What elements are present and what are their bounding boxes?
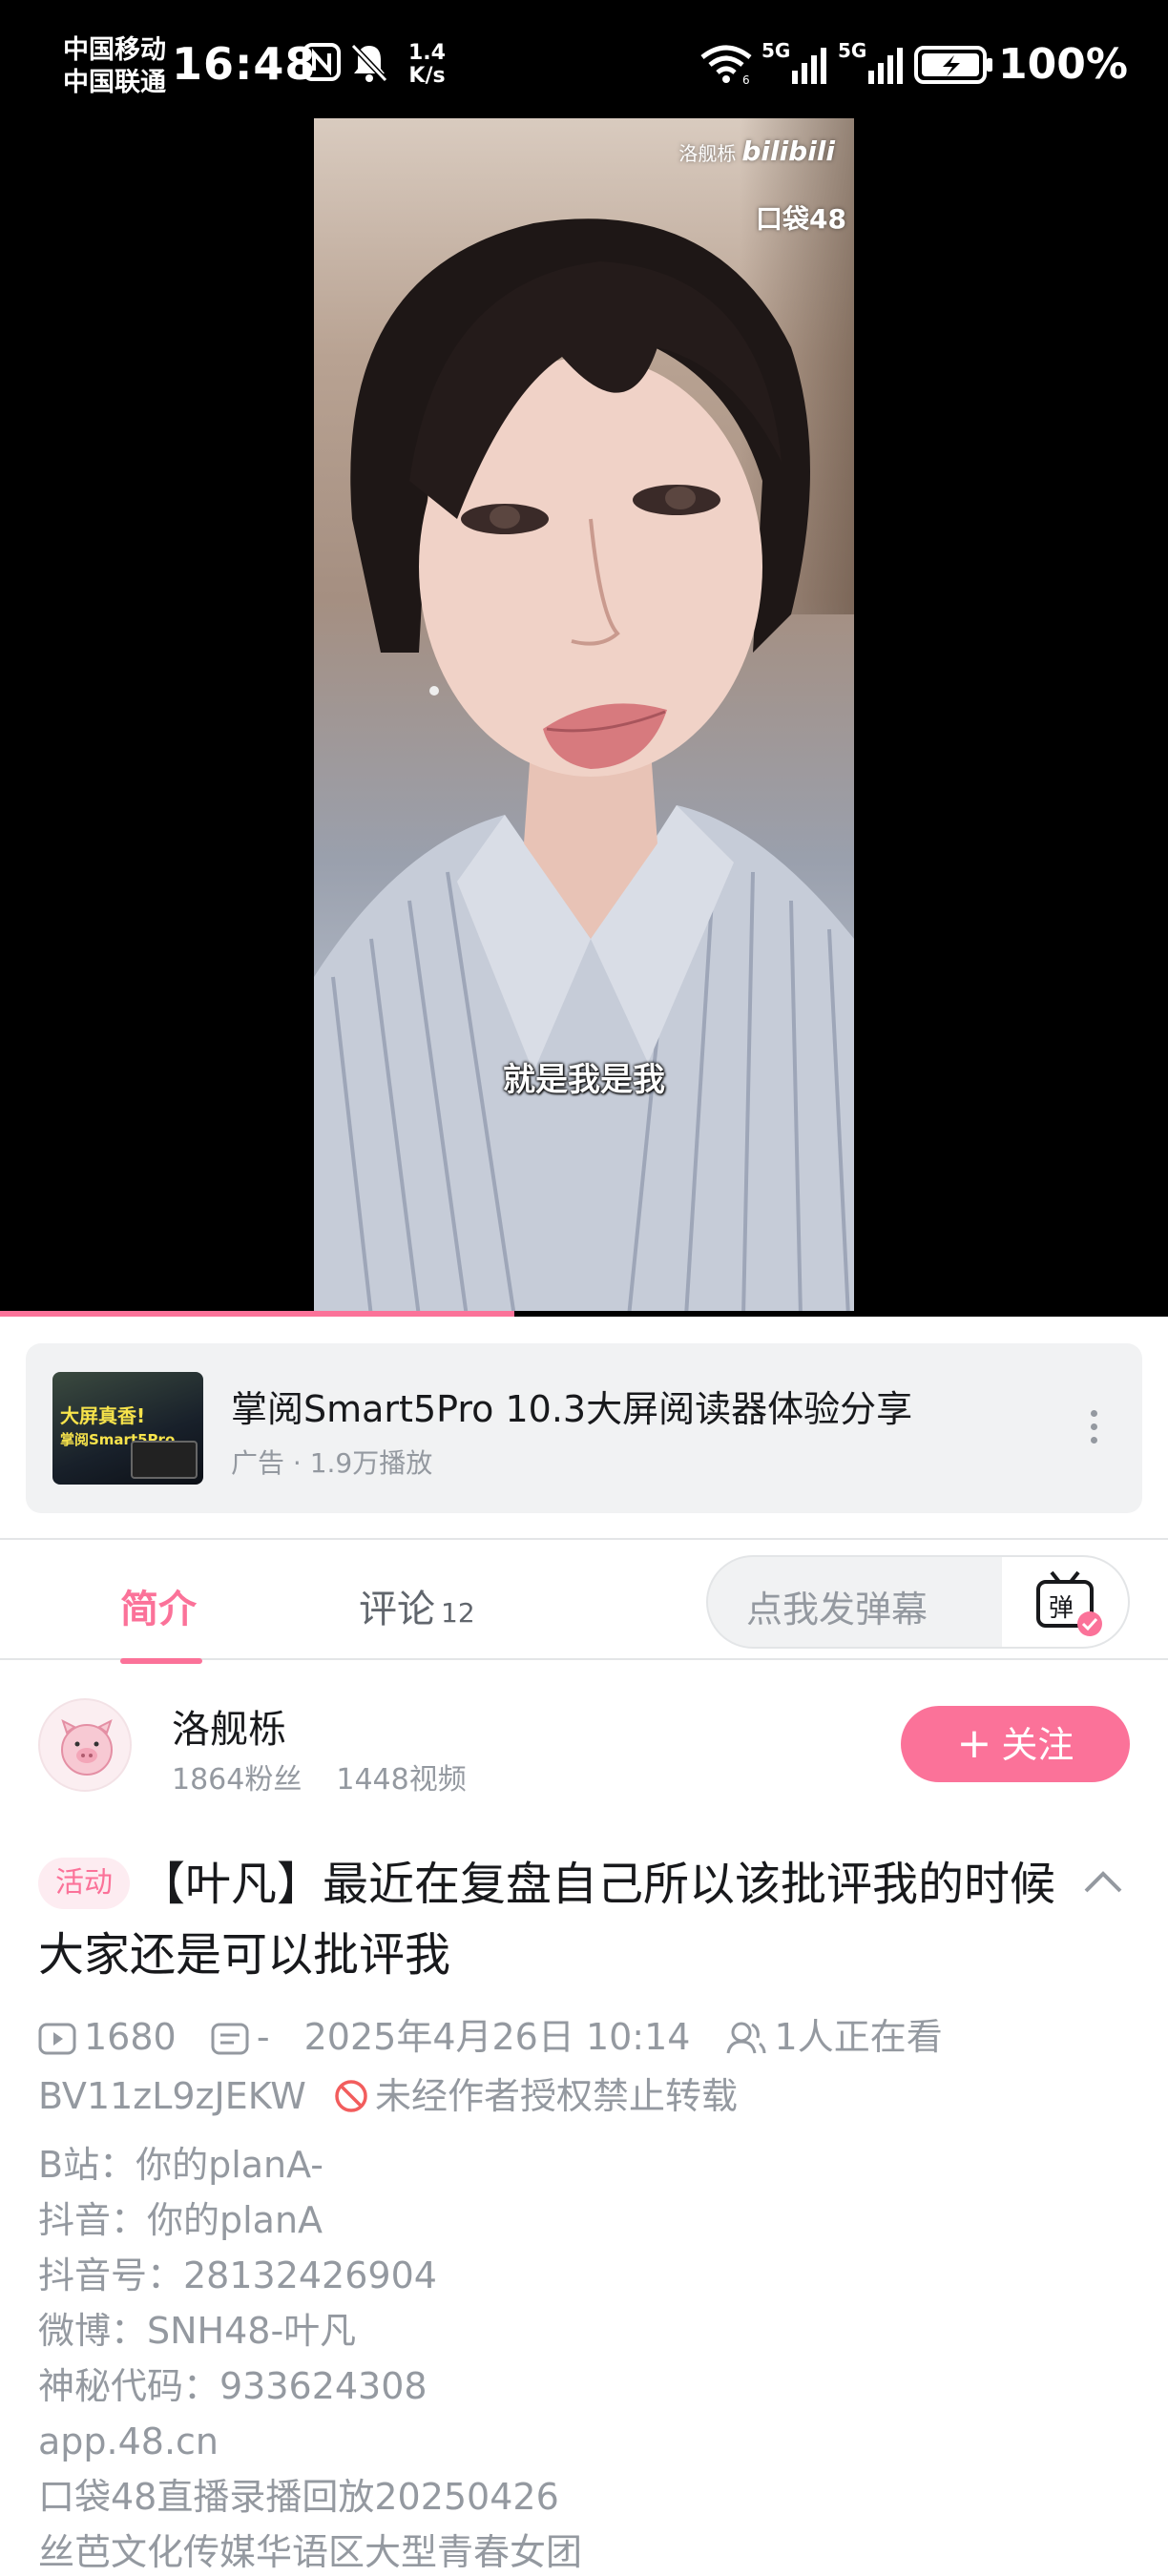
- event-badge[interactable]: 活动: [38, 1858, 130, 1909]
- video-description: B站：你的planA- 抖音：你的planA 抖音号：28132426904 微…: [38, 2137, 582, 2576]
- danmaku-input[interactable]: 点我发弹幕 弹: [706, 1555, 1130, 1649]
- carrier-labels: 中国移动 中国联通: [63, 34, 166, 99]
- video-stats-row: 1680 - 2025年4月26日 10:14 1人正在看: [38, 2007, 943, 2058]
- viewers-icon: [725, 2021, 767, 2064]
- description-line: 口袋48直播录播回放20250426: [38, 2476, 559, 2518]
- ad-thumb-text-1: 大屏真香!: [60, 1404, 146, 1427]
- video-progress-fill: [0, 1311, 514, 1317]
- danmaku-button-label: 弹: [1049, 1594, 1074, 1623]
- video-title: 活动 【叶凡】最近在复盘自己所以该批评我的时候大家还是可以批评我: [38, 1849, 1059, 1990]
- wifi-icon: 6: [699, 44, 754, 88]
- tab-intro[interactable]: 简介: [120, 1578, 197, 1633]
- video-title-text: 【叶凡】最近在复盘自己所以该批评我的时候大家还是可以批评我: [38, 1858, 1056, 1982]
- net-speed: 1.4 K/s: [408, 42, 446, 88]
- description-line: 抖音：你的planA: [38, 2199, 323, 2241]
- ad-title[interactable]: 掌阅Smart5Pro 10.3大屏阅读器体验分享: [231, 1380, 912, 1432]
- carrier-2: 中国联通: [63, 68, 166, 97]
- signal-icon: 5G: [761, 38, 830, 92]
- play-count-icon: [38, 2022, 76, 2064]
- carrier-1: 中国移动: [63, 35, 166, 65]
- status-bar: 中国移动 中国联通 16:48 1.4 K/s 6 5G 5G 100%: [0, 0, 1168, 118]
- net-speed-unit: K/s: [408, 64, 446, 88]
- video-subtitle: 就是我是我: [503, 1061, 665, 1099]
- no-repost-icon: [335, 2080, 367, 2112]
- follow-button[interactable]: + 关注: [901, 1706, 1130, 1782]
- signal-2-label: 5G: [838, 39, 866, 62]
- pig-avatar-icon: [61, 1719, 113, 1776]
- description-line: 神秘代码：933624308: [38, 2365, 428, 2407]
- ad-card[interactable]: 大屏真香! 掌阅Smart5Pro 掌阅Smart5Pro 10.3大屏阅读器体…: [26, 1343, 1142, 1513]
- description-line: 抖音号：28132426904: [38, 2254, 437, 2296]
- watermark-brand: bilibili: [741, 135, 835, 167]
- nfc-icon: [302, 42, 342, 86]
- battery-level: 100%: [998, 40, 1128, 89]
- uploader-videos: 1448视频: [336, 1763, 467, 1797]
- status-time: 16:48: [172, 38, 317, 90]
- ad-thumb-device: [131, 1441, 198, 1479]
- comments-count: 12: [441, 1597, 475, 1629]
- video-person-image: [314, 218, 854, 1317]
- watermark-uploader: 洛舰栎: [678, 142, 737, 165]
- danmaku-icon: 弹: [1036, 1570, 1102, 1636]
- ad-thumbnail[interactable]: 大屏真香! 掌阅Smart5Pro: [52, 1372, 203, 1485]
- chevron-up-icon[interactable]: [1082, 1868, 1124, 1897]
- follow-label: 关注: [1001, 1724, 1074, 1766]
- description-line: app.48.cn: [38, 2420, 219, 2462]
- svg-text:6: 6: [742, 73, 750, 84]
- uploader-stats: 1864粉丝 1448视频: [172, 1755, 467, 1797]
- net-speed-value: 1.4: [408, 41, 446, 65]
- copyright-notice: 未经作者授权禁止转载: [374, 2075, 738, 2117]
- tab-active-indicator: [120, 1658, 202, 1664]
- video-watermark: 洛舰栎 bilibili: [678, 135, 835, 167]
- uploader-name[interactable]: 洛舰栎: [172, 1698, 286, 1754]
- signal-icon-2: 5G: [838, 38, 907, 92]
- uploader-fans: 1864粉丝: [172, 1763, 302, 1797]
- watermark-app: 口袋48: [756, 203, 846, 235]
- bvid-row: BV11zL9zJEKW 未经作者授权禁止转载: [38, 2067, 738, 2119]
- danmaku-placeholder: 点我发弹幕: [746, 1589, 928, 1631]
- danmaku-count-icon: [211, 2022, 249, 2064]
- bvid[interactable]: BV11zL9zJEKW: [38, 2075, 306, 2117]
- mute-icon: [349, 42, 389, 88]
- battery-icon: [914, 46, 994, 88]
- description-line: 丝芭文化传媒华语区大型青春女团: [38, 2531, 583, 2573]
- tabs-bar: 简介 评论 12 点我发弹幕 弹: [0, 1538, 1168, 1664]
- more-options-icon[interactable]: [1091, 1410, 1098, 1448]
- video-player[interactable]: 洛舰栎 bilibili 口袋48 就是我是我: [0, 118, 1168, 1317]
- plus-icon: +: [956, 1719, 992, 1768]
- tab-comments-label: 评论: [359, 1588, 435, 1631]
- watching-now: 1人正在看: [774, 2016, 943, 2058]
- description-line: B站：你的planA-: [38, 2144, 323, 2186]
- danmaku-toggle-button[interactable]: 弹: [1002, 1557, 1128, 1647]
- ad-meta: 广告 · 1.9万播放: [231, 1447, 433, 1479]
- video-progress-bar[interactable]: [0, 1311, 1168, 1317]
- description-line: 微博：SNH48-叶凡: [38, 2310, 357, 2352]
- danmaku-count: -: [256, 2016, 270, 2058]
- tab-comments[interactable]: 评论 12: [359, 1578, 475, 1633]
- signal-1-label: 5G: [761, 39, 790, 62]
- publish-date: 2025年4月26日 10:14: [303, 2016, 691, 2058]
- play-count: 1680: [84, 2016, 177, 2058]
- video-frame[interactable]: 洛舰栎 bilibili 口袋48 就是我是我: [314, 118, 854, 1317]
- uploader-row: 洛舰栎 1864粉丝 1448视频 + 关注: [0, 1689, 1168, 1803]
- avatar[interactable]: [38, 1698, 132, 1792]
